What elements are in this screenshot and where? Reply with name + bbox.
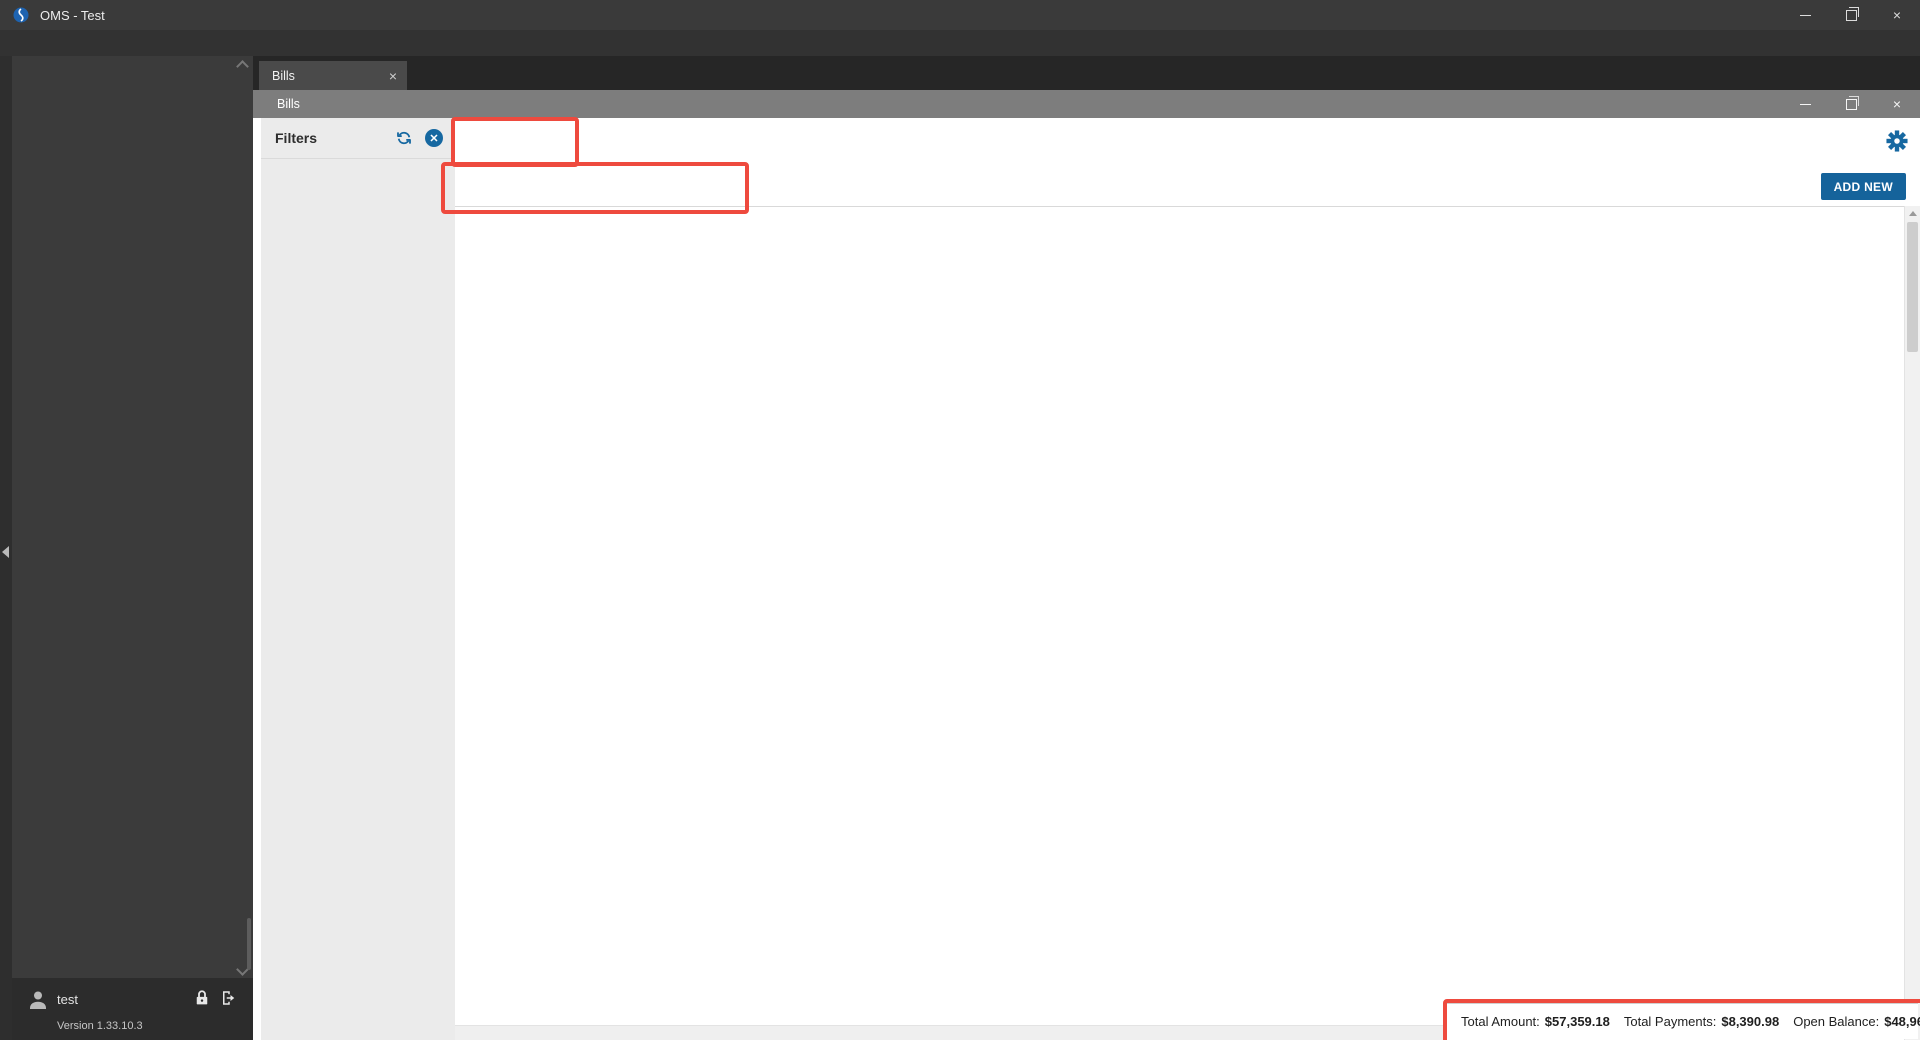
tab-close-icon[interactable]: × xyxy=(389,68,397,84)
restore-icon[interactable] xyxy=(1828,0,1874,30)
scrollbar-thumb[interactable] xyxy=(1907,222,1918,352)
total-payments-label: Total Payments: xyxy=(1623,1014,1717,1029)
refresh-filters-icon[interactable] xyxy=(395,129,413,147)
sidebar: test Version 1.33.10.3 xyxy=(0,56,253,1040)
horizontal-scrollbar[interactable] xyxy=(455,1025,1447,1040)
total-amount-value: $57,359.18 xyxy=(1544,1014,1610,1029)
inner-close-icon[interactable]: × xyxy=(1874,90,1920,118)
application-window: OMS - Test × test Version 1.33.10.3 Bill… xyxy=(0,0,1920,1040)
add-new-button[interactable]: ADD NEW xyxy=(1820,173,1906,200)
app-logo-icon xyxy=(12,6,30,24)
logout-icon[interactable] xyxy=(219,989,239,1007)
sidebar-collapse-strip[interactable] xyxy=(0,56,12,1040)
vertical-scrollbar[interactable] xyxy=(1904,206,1920,1040)
lock-icon[interactable] xyxy=(193,989,211,1007)
document-tab-label: Bills xyxy=(272,68,295,83)
menu-bar xyxy=(0,30,1920,56)
collapse-left-icon[interactable] xyxy=(2,546,9,558)
total-payments-value: $8,390.98 xyxy=(1721,1014,1780,1029)
user-panel: test Version 1.33.10.3 xyxy=(12,978,253,1040)
user-name: test xyxy=(57,992,78,1007)
minimize-icon[interactable] xyxy=(1782,0,1828,30)
scroll-up-icon[interactable] xyxy=(1909,211,1917,216)
grid-settings-gear-icon[interactable] xyxy=(1886,130,1908,152)
bills-table xyxy=(455,206,1905,1040)
inner-restore-icon[interactable] xyxy=(1828,90,1874,118)
title-bar: OMS - Test × xyxy=(0,0,1920,30)
status-tabs xyxy=(455,118,1920,166)
sidebar-scrollbar[interactable] xyxy=(247,918,251,970)
bills-content: ADD NEW xyxy=(455,118,1920,1040)
filters-title: Filters xyxy=(275,130,318,146)
window-title: OMS - Test xyxy=(40,7,105,23)
totals-bar: Total Amount: $57,359.18 Total Payments:… xyxy=(1447,1003,1920,1039)
bills-window-title: Bills xyxy=(277,97,300,111)
inner-minimize-icon[interactable] xyxy=(1782,90,1828,118)
total-amount-label: Total Amount: xyxy=(1461,1014,1540,1029)
proforma-subtabs xyxy=(455,166,1920,206)
app-version: Version 1.33.10.3 xyxy=(57,1020,143,1032)
user-avatar-icon xyxy=(26,988,50,1012)
clear-filters-icon[interactable]: ✕ xyxy=(425,129,443,147)
close-icon[interactable]: × xyxy=(1874,0,1920,30)
document-tab-bills[interactable]: Bills × xyxy=(259,61,407,90)
bills-window-titlebar: Bills × xyxy=(253,90,1920,118)
open-balance-value: $48,968.21 xyxy=(1884,1014,1920,1029)
document-tab-strip: Bills × xyxy=(253,56,1920,90)
open-balance-label: Open Balance: xyxy=(1793,1014,1880,1029)
bills-window: Bills × Filters ✕ ADD NEW xyxy=(253,90,1920,1040)
filters-panel: Filters ✕ xyxy=(261,118,455,1040)
